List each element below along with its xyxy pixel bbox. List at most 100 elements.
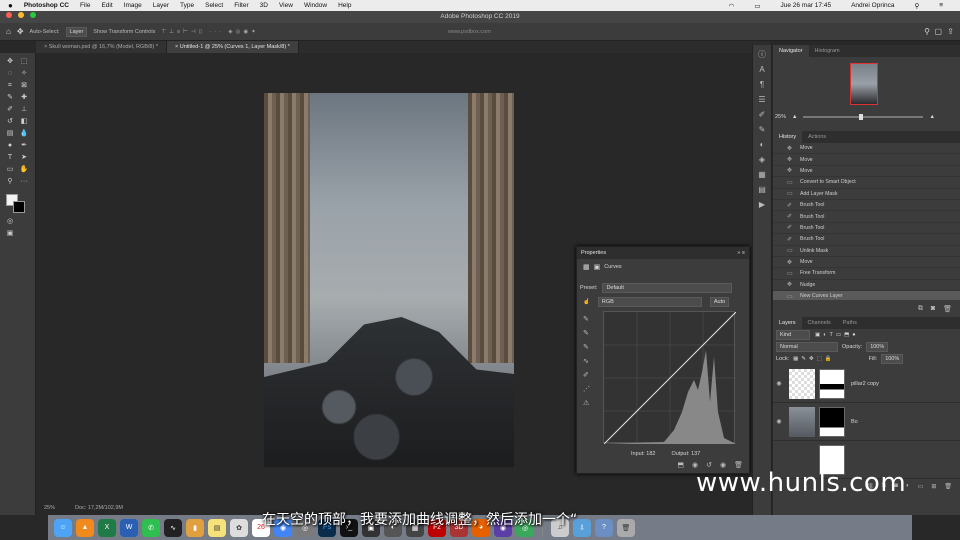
layer-mask-thumbnail[interactable] (819, 406, 845, 437)
mask-icon[interactable]: ▣ (594, 263, 601, 271)
tab-navigator[interactable]: Navigator (773, 45, 809, 57)
activity-monitor-icon[interactable]: ∿ (164, 518, 182, 537)
clip-to-layer-icon[interactable]: ⬒ (677, 461, 684, 469)
show-transform-checkbox[interactable]: Show Transform Controls (93, 29, 155, 35)
layer-thumbnail[interactable] (789, 406, 815, 437)
share-icon[interactable]: ⇪ (947, 27, 954, 36)
layer-name[interactable]: Bo (851, 419, 858, 425)
align-icons[interactable]: ⊤⊥≡⊢⊣▯ ··· ◈◎◉✦ (161, 29, 258, 35)
dodge-tool-icon[interactable]: ● (5, 141, 15, 151)
opacity-field[interactable]: 100% (866, 342, 889, 352)
history-item[interactable]: ✥ Nudge (773, 280, 960, 292)
history-item[interactable]: ✥ Move (773, 154, 960, 166)
crop-tool-icon[interactable]: ⌗ (5, 81, 15, 91)
history-item[interactable]: ▭ Convert to Smart Object (773, 177, 960, 189)
pen-tool-icon[interactable]: ✒ (19, 141, 29, 151)
search-icon[interactable]: ⚲ (914, 2, 919, 10)
whatsapp-icon[interactable]: ✆ (142, 518, 160, 537)
user-name[interactable]: Andrei Oprinca (851, 2, 894, 9)
visibility-eye-icon[interactable]: ◉ (773, 418, 785, 425)
pencil-draw-icon[interactable]: ✐ (583, 369, 595, 383)
shape-tool-icon[interactable]: ▭ (5, 165, 15, 175)
battery-icon[interactable]: ▭ (754, 2, 760, 10)
history-item[interactable]: ▭ New Curves Layer (773, 291, 960, 300)
app-menu[interactable]: Photoshop CC (24, 2, 69, 9)
tab-histogram[interactable]: Histogram (809, 45, 846, 57)
tab-history[interactable]: History (773, 131, 803, 143)
curve-edit-icon[interactable]: ∿ (583, 355, 595, 369)
zoom-slider-thumb[interactable] (859, 114, 864, 120)
auto-button[interactable]: Auto (709, 297, 730, 307)
zoom-tool-icon[interactable]: ⚲ (5, 177, 15, 187)
app-icon[interactable]: ▮ (186, 518, 204, 537)
minimize-window-icon[interactable] (17, 12, 24, 18)
path-select-icon[interactable]: ➤ (19, 153, 29, 163)
history-item[interactable]: ▭ Add Layer Mask (773, 189, 960, 200)
menu-layer[interactable]: Layer (153, 2, 169, 9)
screen-mode-icon[interactable]: ▣ (5, 229, 15, 239)
healing-brush-icon[interactable]: ✚ (19, 93, 29, 103)
preset-dropdown[interactable]: Default (602, 283, 733, 293)
menu-file[interactable]: File (80, 2, 90, 9)
tab-actions[interactable]: Actions (802, 131, 832, 143)
menu-filter[interactable]: Filter (234, 2, 248, 9)
menu-select[interactable]: Select (205, 2, 223, 9)
hand-tool-icon[interactable]: ✋ (19, 165, 29, 175)
tab-channels[interactable]: Channels (802, 317, 837, 329)
brushes-icon[interactable]: ✎ (757, 125, 767, 135)
menu-view[interactable]: View (279, 2, 293, 9)
libraries-icon[interactable]: ▤ (757, 185, 767, 195)
layer-row[interactable]: ◉ Bo (773, 403, 960, 441)
brush-tool-icon[interactable]: ✐ (5, 105, 15, 115)
layer-name[interactable]: pillar2 copy (851, 381, 879, 387)
eyedropper-icon[interactable]: ✎ (5, 93, 15, 103)
history-item[interactable]: ✐ Brush Tool (773, 200, 960, 212)
menu-help[interactable]: Help (338, 2, 351, 9)
background-color-swatch[interactable] (13, 201, 25, 213)
delete-state-icon[interactable]: 🗑 (943, 305, 952, 313)
curves-graph[interactable] (603, 311, 736, 444)
history-item[interactable]: ✐ Brush Tool (773, 223, 960, 235)
close-window-icon[interactable] (6, 12, 12, 18)
history-item[interactable]: ✥ Move (773, 166, 960, 178)
brush-settings-icon[interactable]: ✐ (757, 110, 767, 120)
paragraph-icon[interactable]: ¶ (757, 80, 767, 90)
quick-mask-icon[interactable]: ◎ (5, 217, 15, 227)
move-tool-icon[interactable]: ✥ (17, 27, 24, 36)
type-tool-icon[interactable]: T (5, 153, 15, 163)
tab-paths[interactable]: Paths (837, 317, 863, 329)
zoom-value[interactable]: 25% (775, 114, 786, 120)
snapshot-icon[interactable]: ◙ (931, 305, 935, 312)
history-item[interactable]: ✥ Move (773, 257, 960, 269)
history-item[interactable]: ✐ Brush Tool (773, 234, 960, 246)
history-brush-icon[interactable]: ↺ (5, 117, 15, 127)
kind-filter[interactable]: Kind (776, 330, 810, 340)
history-item[interactable]: ▭ Free Transform (773, 268, 960, 280)
channel-dropdown[interactable]: RGB (597, 297, 702, 307)
new-layer-icon[interactable]: ⊞ (931, 483, 936, 493)
vlc-icon[interactable]: ▲ (76, 518, 94, 537)
black-point-eyedropper-icon[interactable]: ✎ (583, 313, 595, 327)
workspace-icon[interactable]: ▢ (934, 27, 942, 36)
layer-row[interactable]: ◉ pillar2 copy (773, 365, 960, 403)
finder-icon[interactable]: ☺ (54, 518, 72, 537)
wifi-icon[interactable]: ◠ (729, 2, 735, 10)
clock[interactable]: Jue 26 mar 17:45 (780, 2, 831, 9)
navigator-thumbnail[interactable] (850, 63, 878, 105)
blend-mode-dropdown[interactable]: Normal (776, 342, 838, 352)
menu-image[interactable]: Image (124, 2, 142, 9)
actions-icon[interactable]: ▶ (757, 200, 767, 210)
tab-untitled-1[interactable]: × Untitled-1 @ 25% (Curves 1, Layer Mask… (166, 41, 299, 53)
layer-thumbnail[interactable] (789, 368, 815, 399)
styles-icon[interactable]: ◈ (757, 155, 767, 165)
history-item[interactable]: ✐ Brush Tool (773, 211, 960, 223)
clipping-warning-icon[interactable]: ⚠ (583, 397, 595, 411)
photos-icon[interactable]: ✿ (230, 518, 248, 537)
marquee-tool-icon[interactable]: ⬚ (19, 57, 29, 67)
menu-type[interactable]: Type (180, 2, 194, 9)
zoom-window-icon[interactable] (29, 12, 36, 18)
auto-select-checkbox[interactable]: Auto-Select: (30, 29, 60, 35)
gray-point-eyedropper-icon[interactable]: ✎ (583, 327, 595, 341)
document-image[interactable] (264, 93, 514, 467)
blur-tool-icon[interactable]: 💧 (19, 129, 29, 139)
